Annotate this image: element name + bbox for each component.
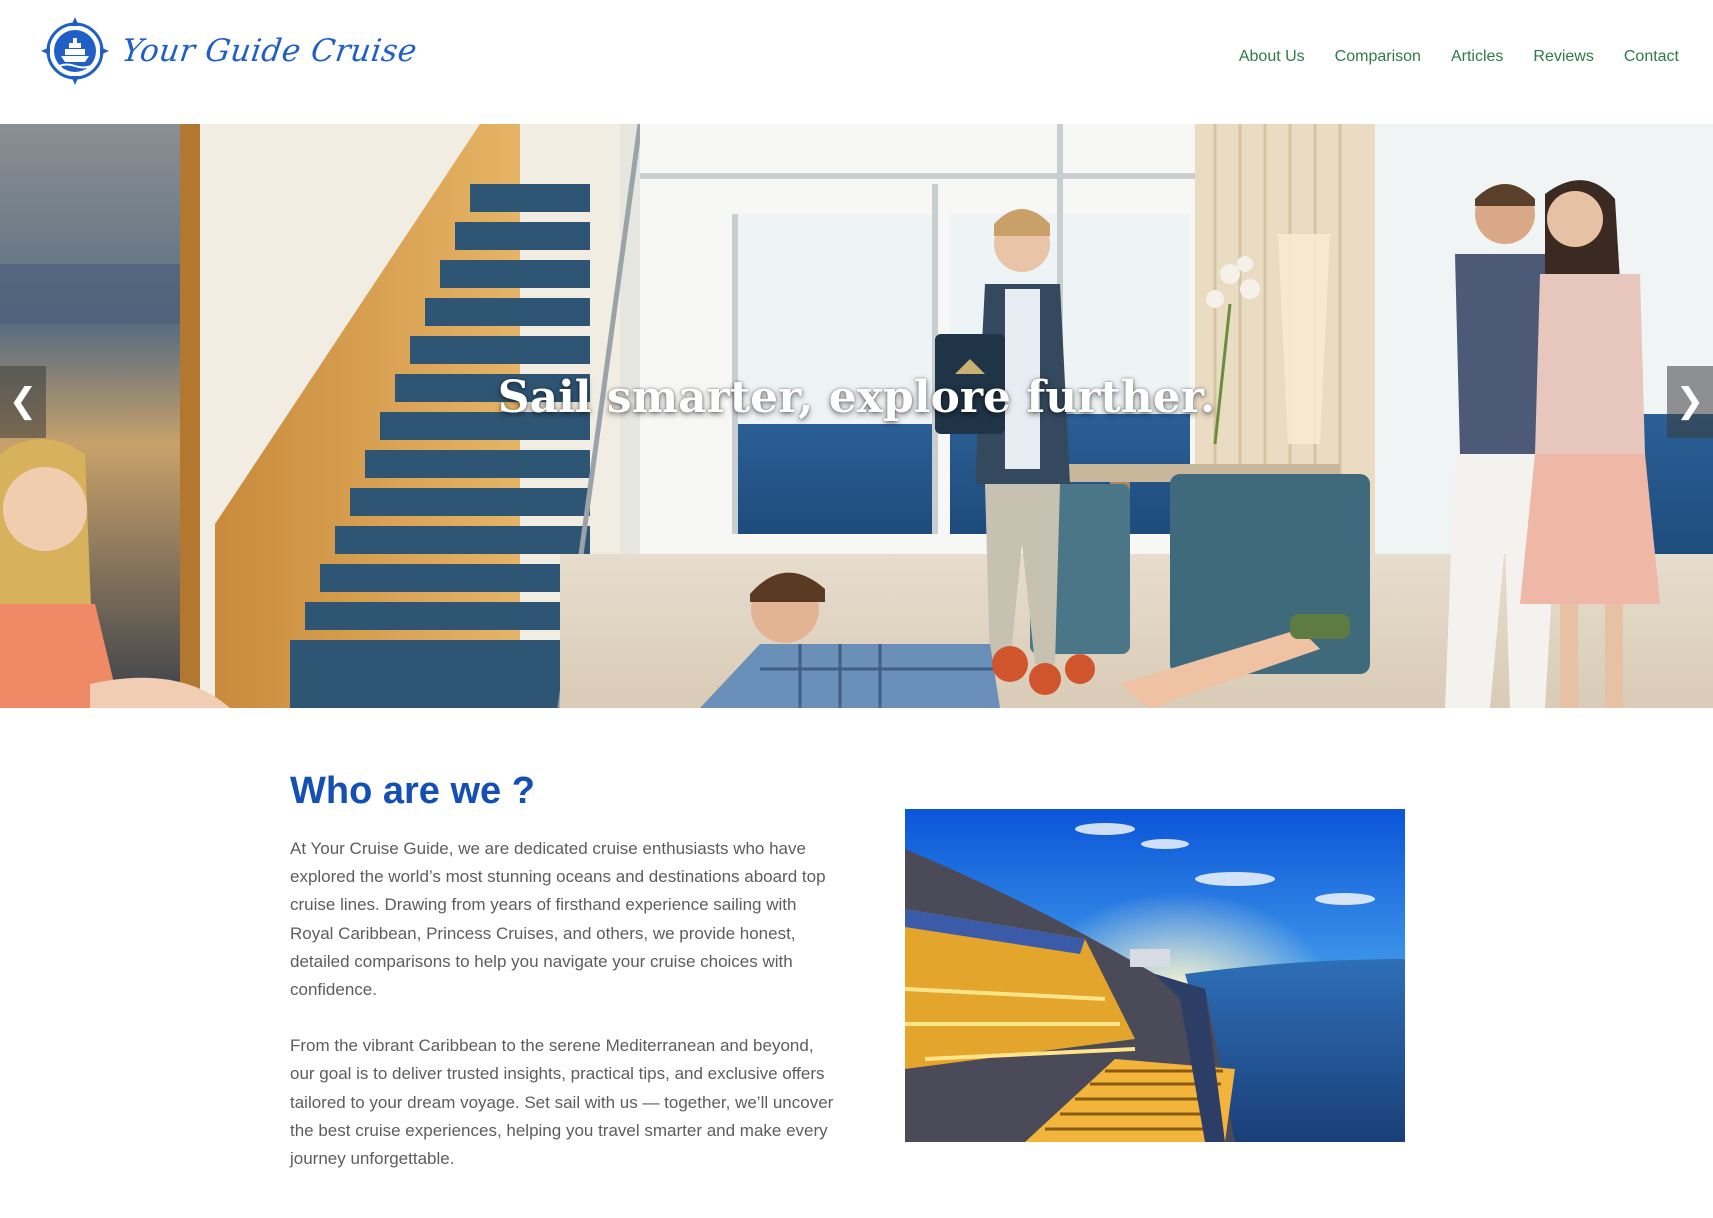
nav-about-us[interactable]: About Us bbox=[1239, 48, 1305, 66]
cruise-deck-image bbox=[905, 809, 1405, 1142]
chevron-right-icon: ❯ bbox=[1675, 381, 1705, 421]
chevron-left-icon: ❮ bbox=[8, 381, 38, 421]
about-section: Who are we ? At Your Cruise Guide, we ar… bbox=[290, 770, 835, 1201]
about-paragraph-2: From the vibrant Caribbean to the serene… bbox=[290, 1036, 834, 1169]
compass-ship-icon bbox=[41, 17, 109, 85]
hero-slider: Sail smarter, explore further. ❮ ❯ bbox=[0, 124, 1713, 708]
main-nav: About Us Comparison Articles Reviews Con… bbox=[1239, 48, 1679, 66]
slider-prev-button[interactable]: ❮ bbox=[0, 366, 46, 438]
logo-wordmark: Your Guide Cruise bbox=[119, 33, 420, 69]
site-header: Your Guide Cruise About Us Comparison Ar… bbox=[0, 0, 1713, 124]
site-logo[interactable]: Your Guide Cruise bbox=[40, 16, 419, 86]
nav-contact[interactable]: Contact bbox=[1624, 48, 1679, 66]
about-title: Who are we ? bbox=[290, 770, 535, 812]
hero-caption: Sail smarter, explore further. bbox=[497, 372, 1216, 423]
slider-next-button[interactable]: ❯ bbox=[1667, 366, 1713, 438]
about-paragraph-1: At Your Cruise Guide, we are dedicated c… bbox=[290, 839, 826, 1000]
cruise-deck-illustration bbox=[905, 809, 1405, 1142]
nav-articles[interactable]: Articles bbox=[1451, 48, 1503, 66]
nav-comparison[interactable]: Comparison bbox=[1335, 48, 1421, 66]
nav-reviews[interactable]: Reviews bbox=[1533, 48, 1593, 66]
